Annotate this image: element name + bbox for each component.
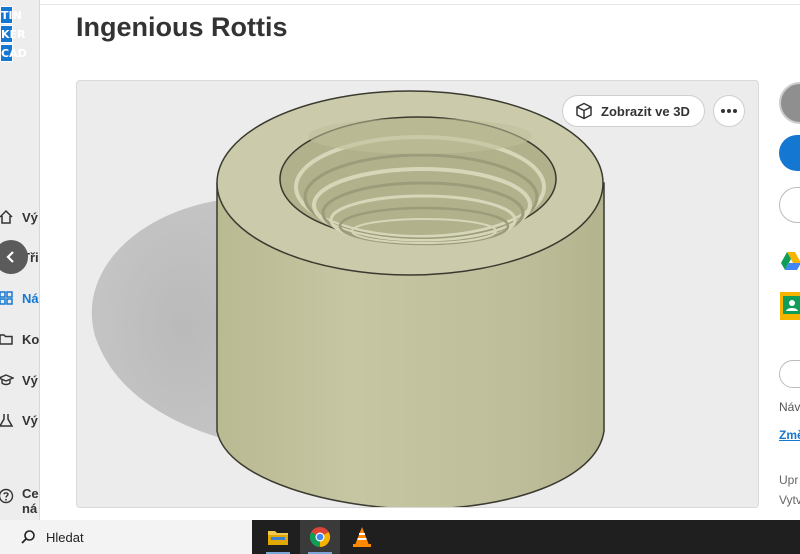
search-icon [21, 530, 35, 544]
sidebar-item-help[interactable]: Ce ná [0, 486, 39, 520]
design-preview[interactable]: Zobrazit ve 3D [76, 80, 759, 508]
primary-action-button[interactable] [779, 135, 800, 171]
google-drive-icon[interactable] [780, 250, 800, 272]
view-in-3d-button[interactable]: Zobrazit ve 3D [562, 95, 705, 127]
sidebar-item-label: Ná [22, 290, 39, 306]
created-label: Vytv [779, 493, 800, 507]
secondary-action-button[interactable] [779, 187, 800, 223]
more-options-button[interactable] [713, 95, 745, 127]
chrome-icon [309, 527, 331, 548]
taskbar-app-file-explorer[interactable] [258, 520, 298, 554]
taskbar-search-box[interactable]: Hledat [0, 520, 252, 554]
sidebar-item-home[interactable]: Vý [0, 204, 39, 230]
taskbar-search-placeholder: Hledat [46, 529, 84, 545]
logo-letter: TIN [0, 6, 22, 24]
view-in-3d-label: Zobrazit ve 3D [601, 103, 690, 119]
sidebar-item-collections[interactable]: Ko [0, 326, 40, 352]
graduation-cap-icon [0, 374, 14, 386]
folder-icon [268, 531, 288, 545]
vlc-cone-icon [353, 527, 371, 547]
help-icon [0, 488, 14, 504]
navigation-label: Náv [779, 400, 800, 414]
page-title: Ingenious Rottis [76, 12, 288, 42]
sidebar-item-science[interactable]: Vý [0, 407, 39, 433]
flask-icon [0, 414, 14, 427]
sidebar-item-label: Vý [22, 372, 38, 388]
grid-icon [0, 291, 13, 305]
sidebar-item-label: Vý [22, 412, 38, 428]
change-link[interactable]: Změ [779, 428, 800, 442]
sidebar-item-label: Ko [22, 331, 40, 347]
folder-icon [0, 334, 13, 345]
logo-letter: CAD [0, 44, 27, 62]
sidebar: TIN KER CAD Vý Tři Ná Ko Vý Vý Ce ná [0, 0, 40, 520]
logo-letter: KER [0, 25, 26, 43]
sidebar-item-label: Vý [22, 209, 38, 225]
sidebar-item-label: Ce [22, 486, 39, 501]
right-panel: Náv Změ Upr Vytv [779, 80, 800, 520]
sidebar-item-label-line2: ná [22, 501, 38, 516]
windows-taskbar: Hledat [0, 520, 800, 554]
header-divider [40, 4, 800, 5]
google-classroom-icon[interactable] [780, 292, 800, 320]
more-horizontal-icon [721, 109, 737, 113]
home-icon [0, 209, 13, 224]
screen: TIN KER CAD Vý Tři Ná Ko Vý Vý Ce ná Ing… [0, 0, 800, 554]
toggle-switch[interactable] [779, 360, 800, 388]
author-avatar[interactable] [779, 82, 800, 124]
taskbar-app-vlc[interactable] [342, 520, 382, 554]
sidebar-item-designs[interactable]: Ná [0, 285, 39, 311]
sidebar-item-learning[interactable]: Vý [0, 367, 39, 393]
taskbar-app-chrome[interactable] [300, 520, 340, 554]
chevron-left-icon [6, 251, 14, 263]
model-render [91, 90, 605, 507]
tinkercad-logo[interactable]: TIN KER CAD [0, 6, 39, 66]
cube-icon [576, 102, 592, 120]
edited-label: Upr [779, 473, 799, 487]
